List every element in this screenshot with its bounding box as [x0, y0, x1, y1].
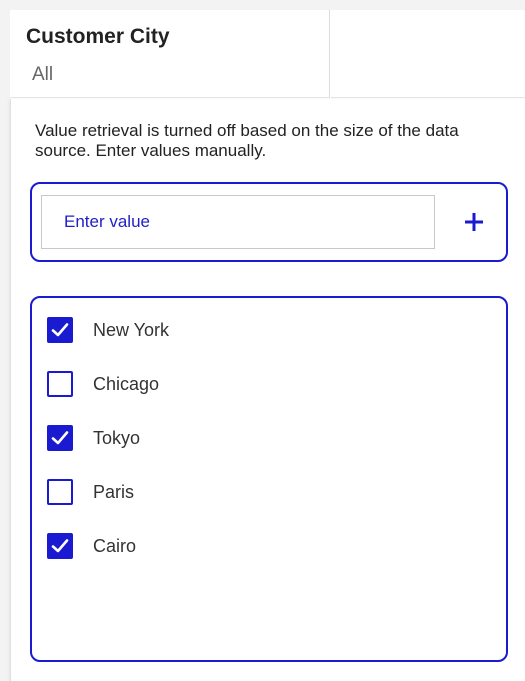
list-item-label: Tokyo [93, 427, 141, 448]
checkbox[interactable] [47, 479, 73, 505]
value-list: New York Chicago Tokyo Paris Cairo [30, 296, 508, 662]
enter-value-input[interactable] [41, 195, 435, 249]
header-empty-area [331, 10, 525, 98]
filter-title: Customer City [26, 25, 170, 48]
check-icon [51, 431, 69, 445]
list-item-label: Cairo [93, 535, 137, 556]
checkbox[interactable] [47, 371, 73, 397]
list-item-chicago[interactable]: Chicago [47, 369, 159, 399]
filter-dropdown-view: Customer City All Value retrieval is tur… [0, 0, 525, 681]
left-gutter [0, 0, 10, 681]
list-item-tokyo[interactable]: Tokyo [47, 423, 140, 453]
checkbox[interactable] [47, 317, 73, 343]
check-icon [51, 539, 69, 553]
top-strip [0, 0, 525, 10]
checkbox[interactable] [47, 533, 73, 559]
value-entry-box [30, 182, 508, 262]
list-item-label: Chicago [93, 373, 160, 394]
filter-dropdown-panel: Value retrieval is turned off based on t… [10, 99, 525, 681]
info-message: Value retrieval is turned off based on t… [35, 121, 459, 160]
list-item-label: New York [93, 319, 170, 340]
add-value-button[interactable] [452, 198, 496, 246]
filter-current-value: All [32, 64, 54, 85]
list-item-label: Paris [93, 481, 135, 502]
list-item-cairo[interactable]: Cairo [47, 531, 136, 561]
checkbox[interactable] [47, 425, 73, 451]
filter-header[interactable]: Customer City All [10, 10, 330, 98]
check-icon [51, 323, 69, 337]
list-item-new-york[interactable]: New York [47, 315, 169, 345]
list-item-paris[interactable]: Paris [47, 477, 134, 507]
plus-icon [465, 213, 483, 231]
